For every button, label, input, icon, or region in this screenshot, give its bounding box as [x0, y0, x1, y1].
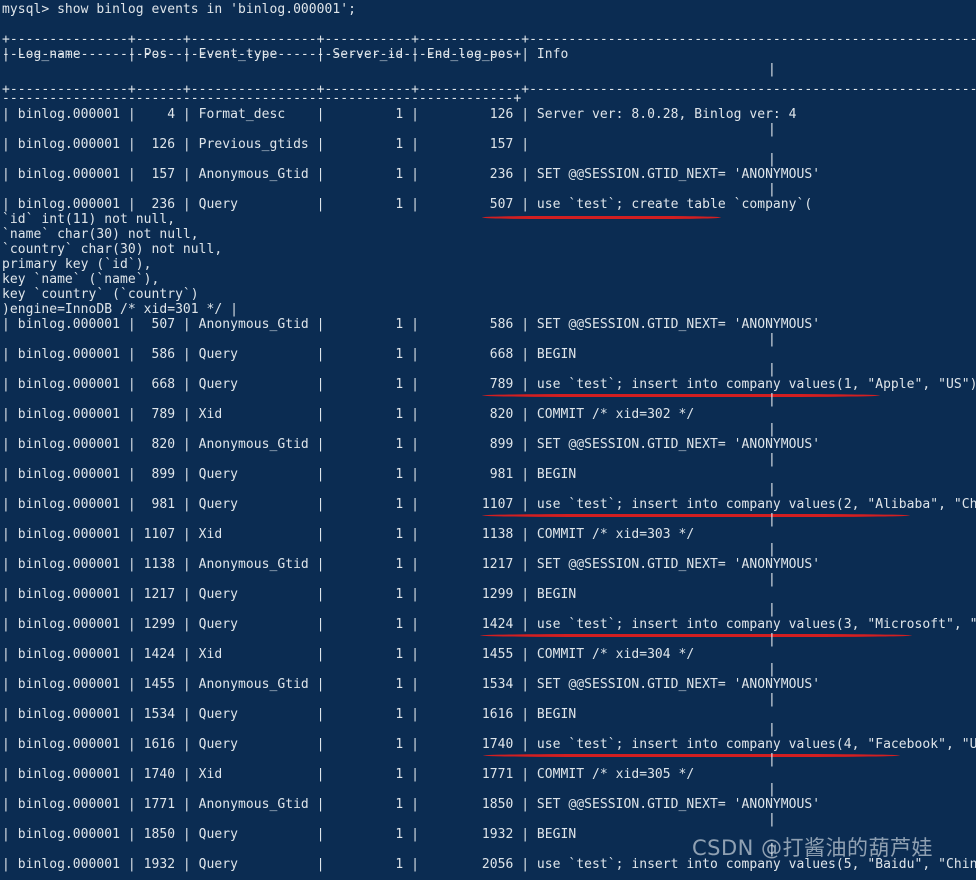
table-row: | binlog.000001 | 1850 | Query | 1 | 193…	[2, 827, 577, 842]
create-table-body-line: `id` int(11) not null,	[2, 212, 176, 227]
table-separator-mid-wrap: ----------------------------------------…	[2, 91, 522, 106]
create-table-body-line: )engine=InnoDB /* xid=301 */ |	[2, 302, 238, 317]
table-row: | binlog.000001 | 1534 | Query | 1 | 161…	[2, 707, 577, 722]
red-underline-annotation	[480, 634, 912, 637]
table-row: | binlog.000001 | 1932 | Query | 1 | 205…	[2, 857, 976, 872]
table-row: | binlog.000001 | 4 | Format_desc | 1 | …	[2, 107, 797, 122]
table-row: | binlog.000001 | 586 | Query | 1 | 668 …	[2, 347, 577, 362]
wrap-pipe: |	[768, 812, 776, 827]
table-row: | binlog.000001 | 126 | Previous_gtids |…	[2, 137, 530, 152]
wrap-pipe: |	[768, 752, 776, 767]
wrap-pipe: |	[768, 392, 776, 407]
red-underline-annotation	[482, 514, 910, 517]
wrap-pipe: |	[768, 482, 776, 497]
wrap-pipe: |	[768, 422, 776, 437]
wrap-pipe: |	[768, 182, 776, 197]
wrap-pipe: |	[768, 332, 776, 347]
red-underline-annotation	[483, 754, 900, 757]
table-row: | binlog.000001 | 1455 | Anonymous_Gtid …	[2, 677, 821, 692]
wrap-pipe: |	[768, 632, 776, 647]
wrap-pipe: |	[768, 692, 776, 707]
table-row: | binlog.000001 | 899 | Query | 1 | 981 …	[2, 467, 577, 482]
table-row: | binlog.000001 | 1138 | Anonymous_Gtid …	[2, 557, 821, 572]
create-table-body-line: primary key (`id`),	[2, 257, 152, 272]
wrap-pipe: |	[768, 362, 776, 377]
create-table-body-line: key `name` (`name`),	[2, 272, 160, 287]
table-header-wrap-pipe: |	[768, 62, 776, 77]
wrap-pipe: |	[768, 452, 776, 467]
wrap-pipe: |	[768, 662, 776, 677]
table-row: | binlog.000001 | 1299 | Query | 1 | 142…	[2, 617, 976, 632]
wrap-pipe: |	[768, 542, 776, 557]
red-underline-annotation	[482, 216, 721, 219]
wrap-pipe: |	[768, 572, 776, 587]
csdn-watermark: CSDN @打酱油的葫芦娃	[692, 836, 934, 860]
table-row: | binlog.000001 | 236 | Query | 1 | 507 …	[2, 197, 813, 212]
create-table-body-line: `country` char(30) not null,	[2, 242, 223, 257]
table-row: | binlog.000001 | 981 | Query | 1 | 1107…	[2, 497, 976, 512]
table-row: | binlog.000001 | 789 | Xid | 1 | 820 | …	[2, 407, 695, 422]
table-row: | binlog.000001 | 820 | Anonymous_Gtid |…	[2, 437, 821, 452]
wrap-pipe: |	[768, 722, 776, 737]
table-separator-top: +---------------+------+----------------…	[2, 32, 976, 47]
table-row: | binlog.000001 | 1740 | Xid | 1 | 1771 …	[2, 767, 695, 782]
wrap-pipe: |	[768, 122, 776, 137]
table-row: | binlog.000001 | 1424 | Xid | 1 | 1455 …	[2, 647, 695, 662]
prompt-line: mysql> show binlog events in 'binlog.000…	[2, 2, 356, 17]
wrap-pipe: |	[768, 152, 776, 167]
table-row: | binlog.000001 | 1771 | Anonymous_Gtid …	[2, 797, 821, 812]
table-row: | binlog.000001 | 507 | Anonymous_Gtid |…	[2, 317, 821, 332]
wrap-pipe: |	[768, 512, 776, 527]
mysql-terminal-window: mysql> show binlog events in 'binlog.000…	[0, 0, 976, 880]
table-row: | binlog.000001 | 1107 | Xid | 1 | 1138 …	[2, 527, 695, 542]
table-row: | binlog.000001 | 1616 | Query | 1 | 174…	[2, 737, 976, 752]
red-underline-annotation	[482, 394, 880, 397]
table-row: | binlog.000001 | 157 | Anonymous_Gtid |…	[2, 167, 821, 182]
create-table-body-line: key `country` (`country`)	[2, 287, 199, 302]
table-row: | binlog.000001 | 668 | Query | 1 | 789 …	[2, 377, 976, 392]
wrap-pipe: |	[768, 842, 776, 857]
wrap-pipe: |	[768, 782, 776, 797]
create-table-body-line: `name` char(30) not null,	[2, 227, 199, 242]
wrap-pipe: |	[768, 602, 776, 617]
table-row: | binlog.000001 | 1217 | Query | 1 | 129…	[2, 587, 577, 602]
table-header-row: | Log_name | Pos | Event_type | Server_i…	[2, 47, 569, 62]
